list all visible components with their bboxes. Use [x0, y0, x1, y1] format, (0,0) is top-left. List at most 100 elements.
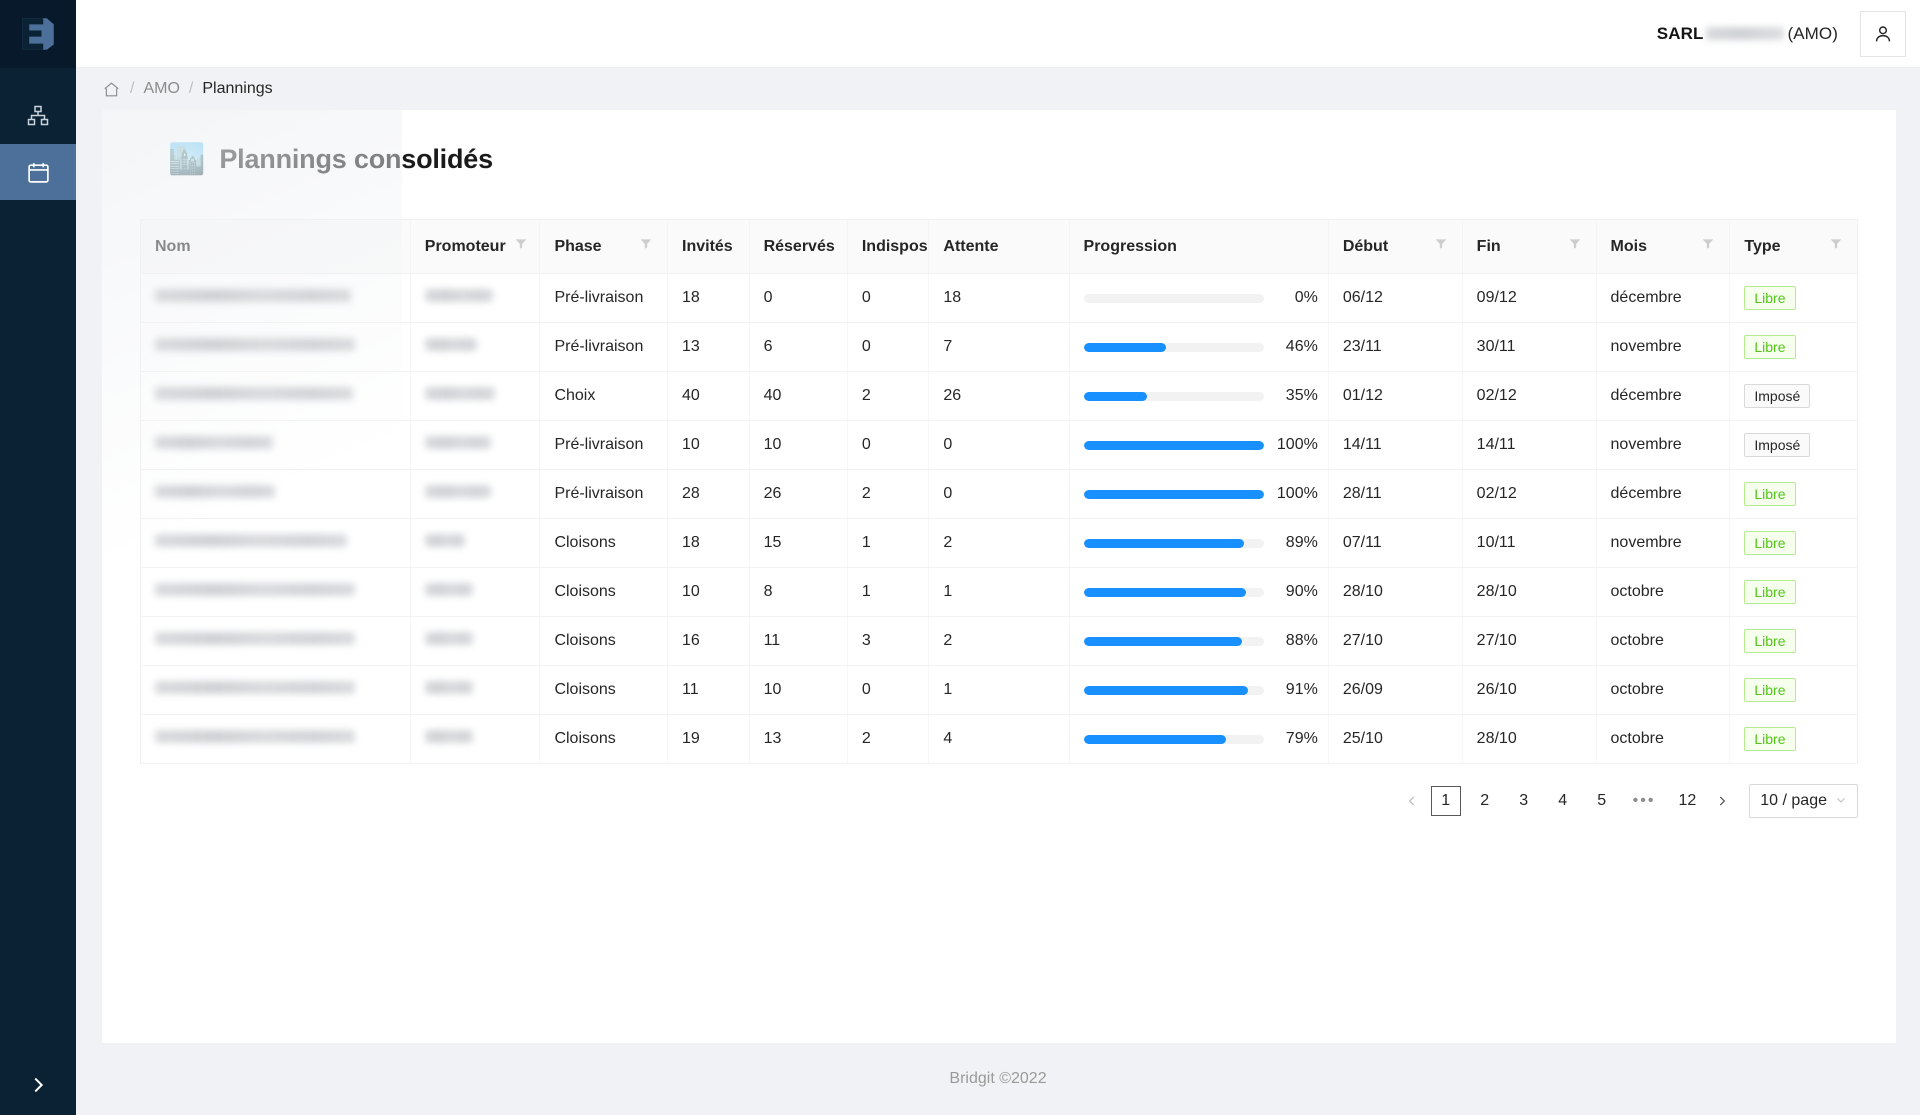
- cell-progression: 100%: [1069, 420, 1329, 470]
- promoteur-redacted: [424, 387, 495, 400]
- cell-invites: 40: [667, 371, 750, 421]
- filter-icon-phase[interactable]: [639, 237, 653, 256]
- table-header-debut[interactable]: Début: [1328, 219, 1463, 274]
- pagination-ellipsis[interactable]: •••: [1626, 786, 1663, 816]
- cell-mois: novembre: [1596, 322, 1731, 372]
- progress-bar: 35%: [1083, 387, 1318, 405]
- table-row[interactable]: Pré-livraison 10 10 0 0 100% 14/11 14/11 novembr…: [140, 420, 1858, 470]
- filter-icon-promoteur[interactable]: [514, 237, 528, 256]
- table-row[interactable]: Cloisons 16 11 3 2 88% 27/10 27/10 octobre Libre: [140, 616, 1858, 666]
- table-header-label-attente: Attente: [943, 237, 999, 255]
- type-tag: Libre: [1744, 580, 1796, 604]
- table-row[interactable]: Cloisons 19 13 2 4 79% 25/10 28/10 octobre Libre: [140, 714, 1858, 764]
- cell-mois: décembre: [1596, 469, 1731, 519]
- sitemap-icon: [26, 104, 50, 128]
- cell-progression: 91%: [1069, 665, 1329, 715]
- cell-type: Libre: [1729, 665, 1858, 715]
- cell-reserves: 26: [749, 469, 848, 519]
- table-header-progression[interactable]: Progression: [1069, 219, 1329, 274]
- page-size-select[interactable]: 10 / page: [1749, 784, 1858, 818]
- promoteur-redacted: [424, 436, 491, 449]
- cityscape-emoji: 🏙️: [168, 142, 206, 176]
- table-header-invites[interactable]: Invités: [667, 219, 750, 274]
- pagination-page-5[interactable]: 5: [1587, 786, 1617, 816]
- sidebar-expand-button[interactable]: [0, 1055, 76, 1115]
- table-row[interactable]: Choix 40 40 2 26 35% 01/12 02/12 décembre Imposé: [140, 371, 1858, 421]
- promoteur-redacted: [424, 632, 473, 645]
- cell-reserves: 0: [749, 273, 848, 323]
- pagination-prev-button[interactable]: [1402, 785, 1422, 817]
- breadcrumb-home-button[interactable]: [102, 80, 121, 99]
- progress-track: [1083, 734, 1264, 744]
- breadcrumb: / AMO / Plannings: [76, 68, 1920, 110]
- cell-reserves: 15: [749, 518, 848, 568]
- cell-indispos: 1: [847, 518, 930, 568]
- cell-progression: 89%: [1069, 518, 1329, 568]
- cell-promoteur: [410, 273, 541, 323]
- cell-invites: 19: [667, 714, 750, 764]
- progress-bar: 79%: [1083, 730, 1318, 748]
- pagination-page-4[interactable]: 4: [1548, 786, 1578, 816]
- table-header-fin[interactable]: Fin: [1462, 219, 1597, 274]
- table-header-type[interactable]: Type: [1729, 219, 1858, 274]
- pagination-page-3[interactable]: 3: [1509, 786, 1539, 816]
- table-header-mois[interactable]: Mois: [1596, 219, 1731, 274]
- cell-indispos: 3: [847, 616, 930, 666]
- sidebar-item-plannings[interactable]: [0, 144, 76, 200]
- type-tag: Libre: [1744, 286, 1796, 310]
- table-row[interactable]: Pré-livraison 13 6 0 7 46% 23/11 30/11 novembre L…: [140, 322, 1858, 372]
- progress-bar: 88%: [1083, 632, 1318, 650]
- progress-track: [1083, 489, 1264, 499]
- progress-label: 90%: [1285, 583, 1318, 600]
- table-row[interactable]: Cloisons 10 8 1 1 90% 28/10 28/10 octobre Libre: [140, 567, 1858, 617]
- cell-progression: 79%: [1069, 714, 1329, 764]
- account-name-redacted: [1706, 26, 1785, 40]
- nom-redacted: [155, 387, 353, 400]
- table-row[interactable]: Pré-livraison 18 0 0 18 0% 06/12 09/12 décembre L…: [140, 273, 1858, 323]
- table-row[interactable]: Pré-livraison 28 26 2 0 100% 28/11 02/12 décembr…: [140, 469, 1858, 519]
- cell-attente: 2: [928, 616, 1070, 666]
- account-prefix: SARL: [1656, 23, 1704, 43]
- cell-debut: 01/12: [1328, 371, 1463, 421]
- pagination-page-last[interactable]: 12: [1671, 786, 1703, 816]
- cell-mois: novembre: [1596, 420, 1731, 470]
- cell-type: Libre: [1729, 518, 1858, 568]
- cell-reserves: 6: [749, 322, 848, 372]
- cell-attente: 1: [928, 567, 1070, 617]
- filter-icon-type[interactable]: [1829, 237, 1843, 256]
- app-logo[interactable]: [0, 0, 76, 68]
- table-header-reserves[interactable]: Réservés: [749, 219, 848, 274]
- cell-phase: Cloisons: [539, 616, 668, 666]
- table-header-indispos[interactable]: Indispos: [847, 219, 930, 274]
- promoteur-redacted: [424, 534, 465, 547]
- table-row[interactable]: Cloisons 18 15 1 2 89% 07/11 10/11 novembre Libre: [140, 518, 1858, 568]
- table-row[interactable]: Cloisons 11 10 0 1 91% 26/09 26/10 octobre Libre: [140, 665, 1858, 715]
- nom-redacted: [155, 289, 351, 302]
- cell-attente: 4: [928, 714, 1070, 764]
- table-header-promoteur[interactable]: Promoteur: [410, 219, 541, 274]
- pagination-next-button[interactable]: [1712, 785, 1732, 817]
- filter-icon-mois[interactable]: [1701, 237, 1715, 256]
- cell-indispos: 0: [847, 665, 930, 715]
- progress-track: [1083, 685, 1264, 695]
- filter-icon-fin[interactable]: [1568, 237, 1582, 256]
- pagination-page-2[interactable]: 2: [1470, 786, 1500, 816]
- account-avatar-button[interactable]: [1860, 10, 1906, 57]
- pagination-page-1[interactable]: 1: [1430, 786, 1461, 816]
- table-header-attente[interactable]: Attente: [928, 219, 1070, 274]
- progress-track: [1083, 587, 1264, 597]
- breadcrumb-item-amo[interactable]: AMO: [143, 80, 179, 98]
- table-header-nom[interactable]: Nom: [140, 219, 411, 274]
- cell-progression: 46%: [1069, 322, 1329, 372]
- sidebar-item-organisation[interactable]: [0, 88, 76, 144]
- progress-track: [1083, 538, 1264, 548]
- progress-bar: 0%: [1083, 289, 1318, 307]
- filter-icon-debut[interactable]: [1434, 237, 1448, 256]
- pagination: 1 2 3 4 5 ••• 12 10 / page: [138, 764, 1860, 818]
- cell-invites: 10: [667, 567, 750, 617]
- table-header-phase[interactable]: Phase: [539, 219, 668, 274]
- sidebar-nav: [0, 88, 76, 200]
- progress-fill: [1083, 489, 1264, 499]
- cell-debut: 23/11: [1328, 322, 1463, 372]
- table-header-label-promoteur: Promoteur: [424, 237, 506, 255]
